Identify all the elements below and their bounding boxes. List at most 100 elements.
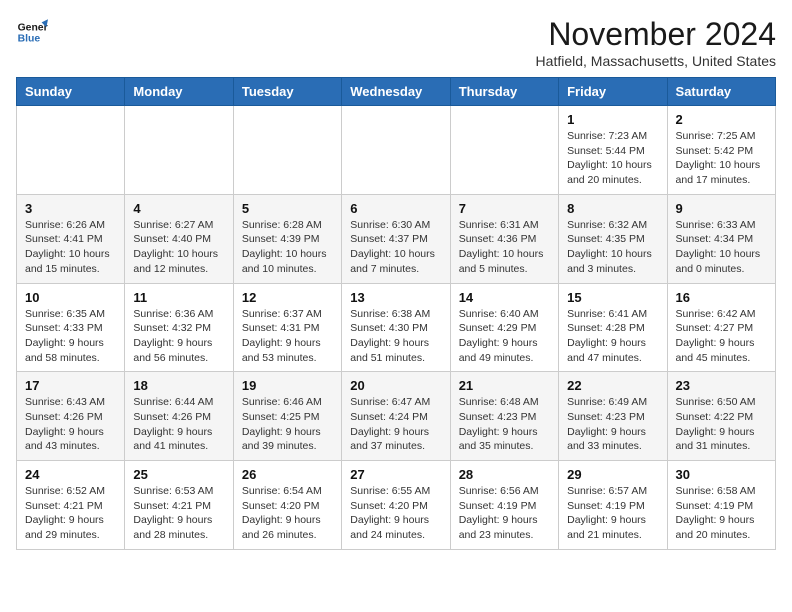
calendar-cell: 24 Sunrise: 6:52 AMSunset: 4:21 PMDayligh… (17, 461, 125, 550)
day-info: Sunrise: 6:53 AMSunset: 4:21 PMDaylight:… (133, 484, 224, 543)
day-number: 26 (242, 467, 333, 482)
day-number: 19 (242, 378, 333, 393)
calendar-header-saturday: Saturday (667, 78, 775, 106)
day-info: Sunrise: 6:47 AMSunset: 4:24 PMDaylight:… (350, 395, 441, 454)
day-info: Sunrise: 6:58 AMSunset: 4:19 PMDaylight:… (676, 484, 767, 543)
calendar-week-3: 10 Sunrise: 6:35 AMSunset: 4:33 PMDayligh… (17, 283, 776, 372)
calendar-cell: 15Sunrise: 6:41 AMSunset: 4:28 PMDayligh… (559, 283, 667, 372)
calendar-cell: 6 Sunrise: 6:30 AMSunset: 4:37 PMDaylight… (342, 194, 450, 283)
day-info: Sunrise: 6:33 AMSunset: 4:34 PMDaylight:… (676, 218, 767, 277)
day-number: 13 (350, 290, 441, 305)
calendar-header-wednesday: Wednesday (342, 78, 450, 106)
day-number: 18 (133, 378, 224, 393)
calendar-header-thursday: Thursday (450, 78, 558, 106)
day-number: 3 (25, 201, 116, 216)
day-info: Sunrise: 6:46 AMSunset: 4:25 PMDaylight:… (242, 395, 333, 454)
day-number: 10 (25, 290, 116, 305)
calendar-cell: 16 Sunrise: 6:42 AMSunset: 4:27 PMDayligh… (667, 283, 775, 372)
svg-text:Blue: Blue (18, 34, 41, 45)
month-title: November 2024 (536, 16, 776, 53)
day-info: Sunrise: 6:49 AMSunset: 4:23 PMDaylight:… (567, 395, 658, 454)
calendar-cell: 28 Sunrise: 6:56 AMSunset: 4:19 PMDayligh… (450, 461, 558, 550)
day-number: 30 (676, 467, 767, 482)
calendar-cell (342, 106, 450, 195)
day-info: Sunrise: 6:43 AMSunset: 4:26 PMDaylight:… (25, 395, 116, 454)
day-info: Sunrise: 6:31 AMSunset: 4:36 PMDaylight:… (459, 218, 550, 277)
calendar-header-sunday: Sunday (17, 78, 125, 106)
day-info: Sunrise: 6:28 AMSunset: 4:39 PMDaylight:… (242, 218, 333, 277)
calendar-cell (450, 106, 558, 195)
day-info: Sunrise: 6:54 AMSunset: 4:20 PMDaylight:… (242, 484, 333, 543)
day-info: Sunrise: 6:26 AMSunset: 4:41 PMDaylight:… (25, 218, 116, 277)
calendar-week-5: 24 Sunrise: 6:52 AMSunset: 4:21 PMDayligh… (17, 461, 776, 550)
day-info: Sunrise: 6:52 AMSunset: 4:21 PMDaylight:… (25, 484, 116, 543)
day-info: Sunrise: 6:48 AMSunset: 4:23 PMDaylight:… (459, 395, 550, 454)
day-number: 5 (242, 201, 333, 216)
day-number: 17 (25, 378, 116, 393)
calendar-cell: 7 Sunrise: 6:31 AMSunset: 4:36 PMDaylight… (450, 194, 558, 283)
calendar-week-2: 3 Sunrise: 6:26 AMSunset: 4:41 PMDaylight… (17, 194, 776, 283)
calendar-header-row: SundayMondayTuesdayWednesdayThursdayFrid… (17, 78, 776, 106)
calendar-header-tuesday: Tuesday (233, 78, 341, 106)
calendar-cell: 17 Sunrise: 6:43 AMSunset: 4:26 PMDayligh… (17, 372, 125, 461)
day-info: Sunrise: 6:55 AMSunset: 4:20 PMDaylight:… (350, 484, 441, 543)
calendar-week-1: 1 Sunrise: 7:23 AMSunset: 5:44 PMDaylight… (17, 106, 776, 195)
calendar-cell: 20 Sunrise: 6:47 AMSunset: 4:24 PMDayligh… (342, 372, 450, 461)
day-number: 22 (567, 378, 658, 393)
calendar-cell: 5 Sunrise: 6:28 AMSunset: 4:39 PMDaylight… (233, 194, 341, 283)
calendar-cell: 22 Sunrise: 6:49 AMSunset: 4:23 PMDayligh… (559, 372, 667, 461)
day-number: 2 (676, 112, 767, 127)
day-info: Sunrise: 6:42 AMSunset: 4:27 PMDaylight:… (676, 307, 767, 366)
calendar-cell: 26 Sunrise: 6:54 AMSunset: 4:20 PMDayligh… (233, 461, 341, 550)
day-number: 4 (133, 201, 224, 216)
day-info: Sunrise: 7:23 AMSunset: 5:44 PMDaylight:… (567, 129, 658, 188)
day-number: 1 (567, 112, 658, 127)
day-info: Sunrise: 6:56 AMSunset: 4:19 PMDaylight:… (459, 484, 550, 543)
day-number: 23 (676, 378, 767, 393)
calendar-cell: 4 Sunrise: 6:27 AMSunset: 4:40 PMDaylight… (125, 194, 233, 283)
title-area: November 2024 Hatfield, Massachusetts, U… (536, 16, 776, 69)
day-number: 27 (350, 467, 441, 482)
calendar-cell: 30 Sunrise: 6:58 AMSunset: 4:19 PMDayligh… (667, 461, 775, 550)
calendar-cell: 2Sunrise: 7:25 AMSunset: 5:42 PMDaylight… (667, 106, 775, 195)
logo-icon: General Blue (16, 16, 48, 48)
day-info: Sunrise: 6:50 AMSunset: 4:22 PMDaylight:… (676, 395, 767, 454)
calendar-cell: 21 Sunrise: 6:48 AMSunset: 4:23 PMDayligh… (450, 372, 558, 461)
calendar-cell: 1 Sunrise: 7:23 AMSunset: 5:44 PMDaylight… (559, 106, 667, 195)
day-number: 28 (459, 467, 550, 482)
calendar-week-4: 17 Sunrise: 6:43 AMSunset: 4:26 PMDayligh… (17, 372, 776, 461)
day-number: 25 (133, 467, 224, 482)
day-number: 11 (133, 290, 224, 305)
calendar-cell: 12Sunrise: 6:37 AMSunset: 4:31 PMDayligh… (233, 283, 341, 372)
calendar-cell: 3 Sunrise: 6:26 AMSunset: 4:41 PMDaylight… (17, 194, 125, 283)
calendar-cell: 25 Sunrise: 6:53 AMSunset: 4:21 PMDayligh… (125, 461, 233, 550)
day-info: Sunrise: 6:30 AMSunset: 4:37 PMDaylight:… (350, 218, 441, 277)
day-number: 24 (25, 467, 116, 482)
day-number: 20 (350, 378, 441, 393)
calendar-cell: 29Sunrise: 6:57 AMSunset: 4:19 PMDayligh… (559, 461, 667, 550)
day-info: Sunrise: 6:36 AMSunset: 4:32 PMDaylight:… (133, 307, 224, 366)
calendar-header-monday: Monday (125, 78, 233, 106)
day-number: 21 (459, 378, 550, 393)
day-info: Sunrise: 6:37 AMSunset: 4:31 PMDaylight:… (242, 307, 333, 366)
calendar-cell: 10 Sunrise: 6:35 AMSunset: 4:33 PMDayligh… (17, 283, 125, 372)
day-number: 16 (676, 290, 767, 305)
day-number: 6 (350, 201, 441, 216)
day-info: Sunrise: 6:35 AMSunset: 4:33 PMDaylight:… (25, 307, 116, 366)
day-info: Sunrise: 6:27 AMSunset: 4:40 PMDaylight:… (133, 218, 224, 277)
day-number: 8 (567, 201, 658, 216)
day-number: 15 (567, 290, 658, 305)
calendar-header-friday: Friday (559, 78, 667, 106)
calendar-cell: 18Sunrise: 6:44 AMSunset: 4:26 PMDayligh… (125, 372, 233, 461)
day-info: Sunrise: 6:38 AMSunset: 4:30 PMDaylight:… (350, 307, 441, 366)
calendar-cell (233, 106, 341, 195)
calendar-cell: 27 Sunrise: 6:55 AMSunset: 4:20 PMDayligh… (342, 461, 450, 550)
calendar-cell: 8Sunrise: 6:32 AMSunset: 4:35 PMDaylight… (559, 194, 667, 283)
day-number: 7 (459, 201, 550, 216)
calendar-cell: 23 Sunrise: 6:50 AMSunset: 4:22 PMDayligh… (667, 372, 775, 461)
logo: General Blue (16, 16, 48, 48)
day-info: Sunrise: 6:57 AMSunset: 4:19 PMDaylight:… (567, 484, 658, 543)
calendar-cell (17, 106, 125, 195)
day-info: Sunrise: 6:40 AMSunset: 4:29 PMDaylight:… (459, 307, 550, 366)
calendar-cell: 11 Sunrise: 6:36 AMSunset: 4:32 PMDayligh… (125, 283, 233, 372)
